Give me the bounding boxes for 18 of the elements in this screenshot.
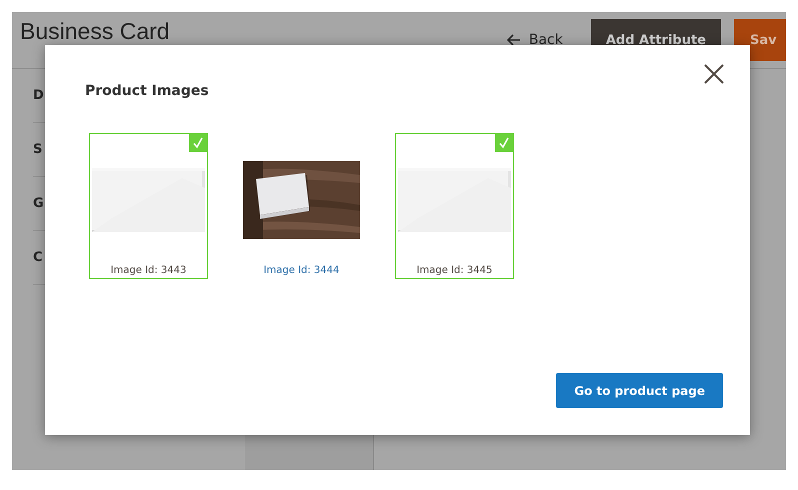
checkmark-icon <box>495 134 513 152</box>
sidebar-item[interactable]: S <box>33 142 42 157</box>
sidebar-item[interactable]: G <box>33 196 44 211</box>
image-caption: Image Id: 3444 <box>264 265 340 278</box>
back-arrow-icon <box>506 34 521 46</box>
image-tile[interactable]: Image Id: 3444 <box>242 133 361 279</box>
checkmark-icon <box>189 134 207 152</box>
image-tile[interactable]: Image Id: 3443 <box>89 133 208 279</box>
go-to-product-page-button[interactable]: Go to product page <box>556 373 723 408</box>
sidebar-item[interactable]: C <box>33 250 43 265</box>
image-caption: Image Id: 3445 <box>416 265 492 278</box>
back-link[interactable]: Back <box>506 32 563 48</box>
sidebar-item[interactable]: D <box>33 88 44 103</box>
image-tile[interactable]: Image Id: 3445 <box>395 133 514 279</box>
modal-title: Product Images <box>85 83 210 99</box>
close-icon[interactable] <box>704 64 724 84</box>
page-title: Business Card <box>20 18 171 44</box>
image-caption: Image Id: 3443 <box>110 265 186 278</box>
